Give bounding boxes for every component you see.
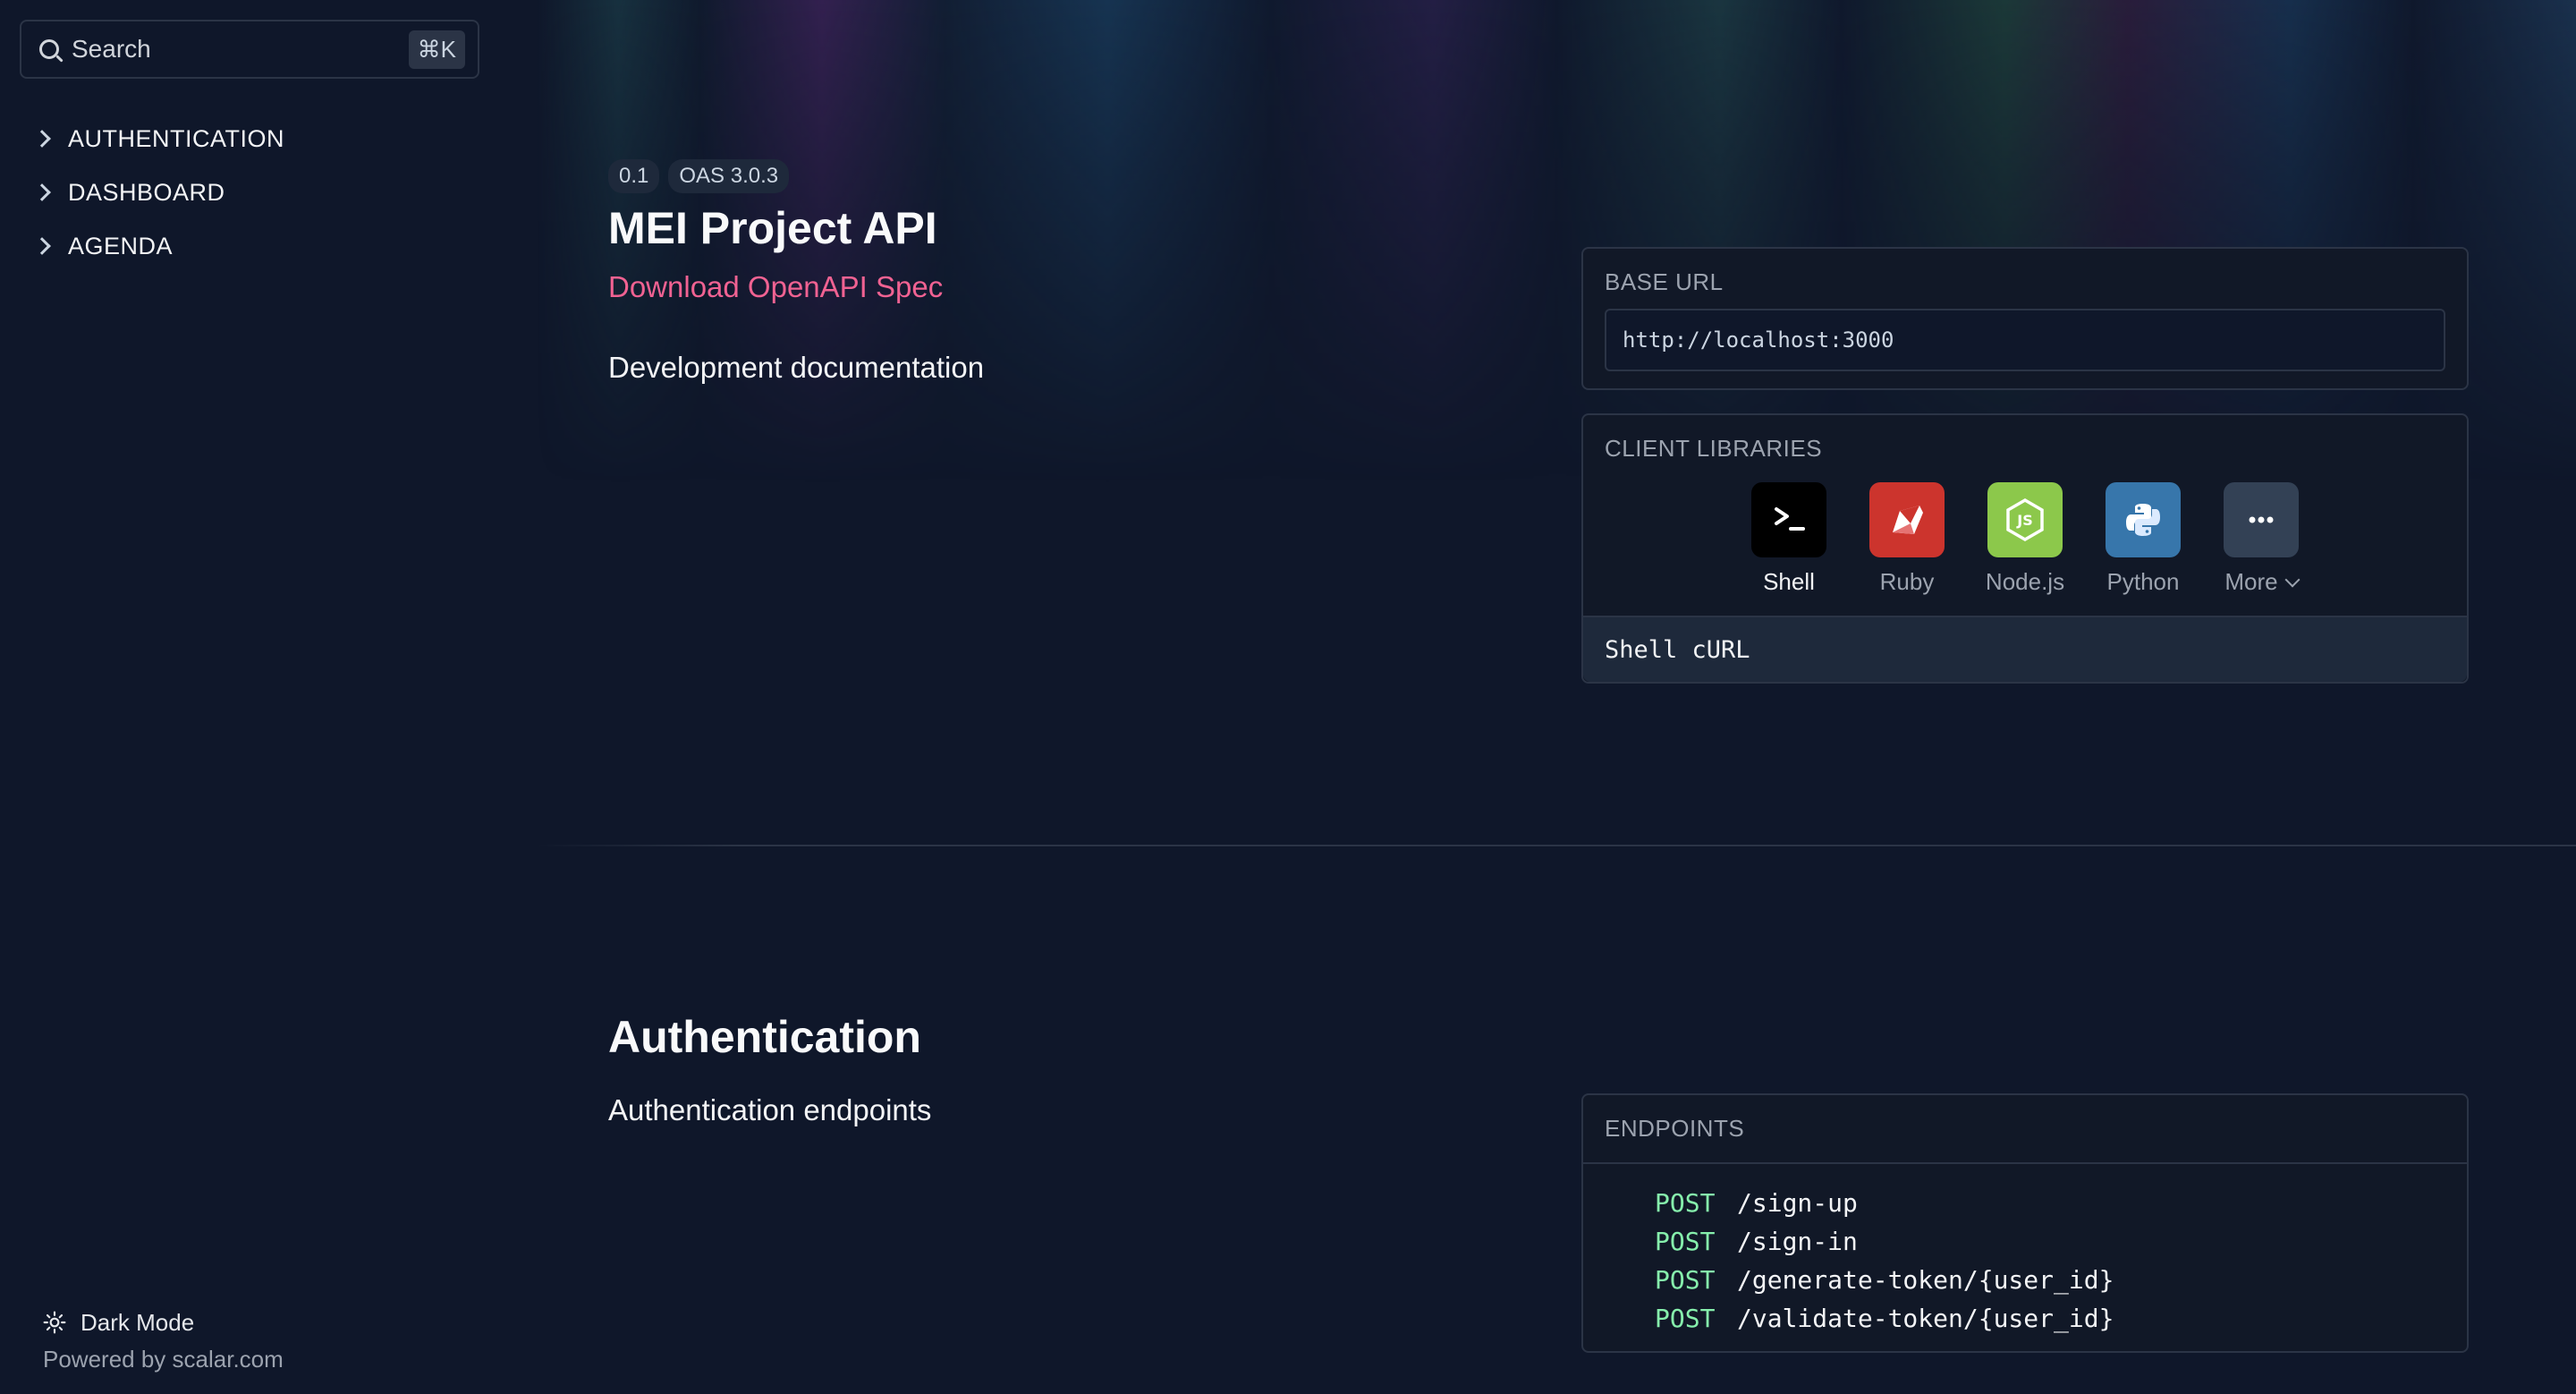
search-input[interactable]: Search ⌘K (20, 20, 479, 79)
sidebar-nav: AUTHENTICATION DASHBOARD AGENDA (33, 112, 284, 273)
base-url-input[interactable] (1605, 309, 2445, 371)
sidebar-item-label: AGENDA (68, 232, 174, 259)
endpoint-path: /sign-up (1737, 1188, 1858, 1218)
python-icon (2106, 482, 2181, 557)
dark-mode-toggle[interactable]: Dark Mode (43, 1305, 284, 1340)
endpoint-path: /validate-token/{user_id} (1737, 1304, 2114, 1333)
http-method: POST (1655, 1227, 1716, 1256)
base-url-label: BASE URL (1605, 268, 1724, 295)
chevron-right-icon (33, 130, 51, 148)
http-method: POST (1655, 1265, 1716, 1295)
version-badges: 0.1 OAS 3.0.3 (608, 159, 790, 193)
endpoints-label: ENDPOINTS (1583, 1095, 2467, 1164)
sidebar-item-dashboard[interactable]: DASHBOARD (33, 166, 284, 219)
endpoint-item[interactable]: POST /validate-token/{user_id} (1655, 1299, 2467, 1338)
client-library-tabs: Shell Ruby JS Node.js Python More (1583, 482, 2467, 633)
endpoint-path: /generate-token/{user_id} (1737, 1265, 2114, 1295)
sun-icon (43, 1311, 66, 1334)
dark-mode-label: Dark Mode (80, 1308, 195, 1336)
search-icon (39, 39, 59, 59)
endpoints-card: ENDPOINTS POST /sign-up POST /sign-in PO… (1581, 1093, 2469, 1353)
sidebar-item-agenda[interactable]: AGENDA (33, 219, 284, 273)
client-library-label: Node.js (1985, 568, 2065, 595)
chevron-right-icon (33, 237, 51, 255)
http-method: POST (1655, 1304, 1716, 1333)
svg-text:JS: JS (2016, 512, 2032, 529)
selected-client-library: Shell cURL (1583, 616, 2467, 682)
client-library-nodejs[interactable]: JS Node.js (1986, 482, 2064, 613)
endpoint-item[interactable]: POST /sign-in (1655, 1222, 2467, 1261)
api-description: Development documentation (608, 351, 985, 384)
http-method: POST (1655, 1188, 1716, 1218)
chevron-down-icon (2284, 572, 2301, 587)
section-title: Authentication (608, 1012, 921, 1062)
sidebar-item-label: AUTHENTICATION (68, 124, 284, 152)
client-library-label: Shell (1763, 568, 1815, 595)
base-url-card: BASE URL (1581, 247, 2469, 390)
section-divider (537, 845, 2576, 846)
client-libraries-label: CLIENT LIBRARIES (1605, 435, 1823, 462)
download-spec-link[interactable]: Download OpenAPI Spec (608, 270, 943, 304)
sidebar-item-label: DASHBOARD (68, 178, 225, 206)
client-library-more[interactable]: More (2224, 482, 2301, 613)
oas-badge: OAS 3.0.3 (668, 159, 790, 193)
endpoint-item[interactable]: POST /sign-up (1655, 1184, 2467, 1222)
sidebar-item-authentication[interactable]: AUTHENTICATION (33, 112, 284, 166)
chevron-right-icon (33, 183, 51, 201)
nodejs-icon: JS (1987, 482, 2063, 557)
more-icon (2224, 482, 2299, 557)
terminal-icon (1751, 482, 1826, 557)
sidebar-footer: Dark Mode Powered by scalar.com (43, 1305, 284, 1373)
ruby-icon (1869, 482, 1945, 557)
client-libraries-card: CLIENT LIBRARIES Shell Ruby JS Node.js P… (1581, 413, 2469, 684)
client-library-label: More (2206, 568, 2317, 596)
endpoint-item[interactable]: POST /generate-token/{user_id} (1655, 1261, 2467, 1299)
version-badge: 0.1 (608, 159, 660, 193)
endpoint-path: /sign-in (1737, 1227, 1858, 1256)
page-title: MEI Project API (608, 203, 937, 253)
search-shortcut: ⌘K (408, 30, 465, 69)
powered-by-link[interactable]: Powered by scalar.com (43, 1346, 284, 1373)
client-library-shell[interactable]: Shell (1735, 482, 1843, 633)
search-placeholder: Search (72, 35, 151, 63)
section-description: Authentication endpoints (608, 1093, 932, 1126)
client-library-label: Ruby (1879, 568, 1935, 595)
client-library-python[interactable]: Python (2106, 482, 2181, 613)
client-library-label: Python (2106, 568, 2180, 595)
endpoint-list: POST /sign-up POST /sign-in POST /genera… (1583, 1164, 2467, 1338)
sidebar: Search ⌘K AUTHENTICATION DASHBOARD AGEND… (0, 0, 501, 1394)
client-library-ruby[interactable]: Ruby (1869, 482, 1945, 613)
